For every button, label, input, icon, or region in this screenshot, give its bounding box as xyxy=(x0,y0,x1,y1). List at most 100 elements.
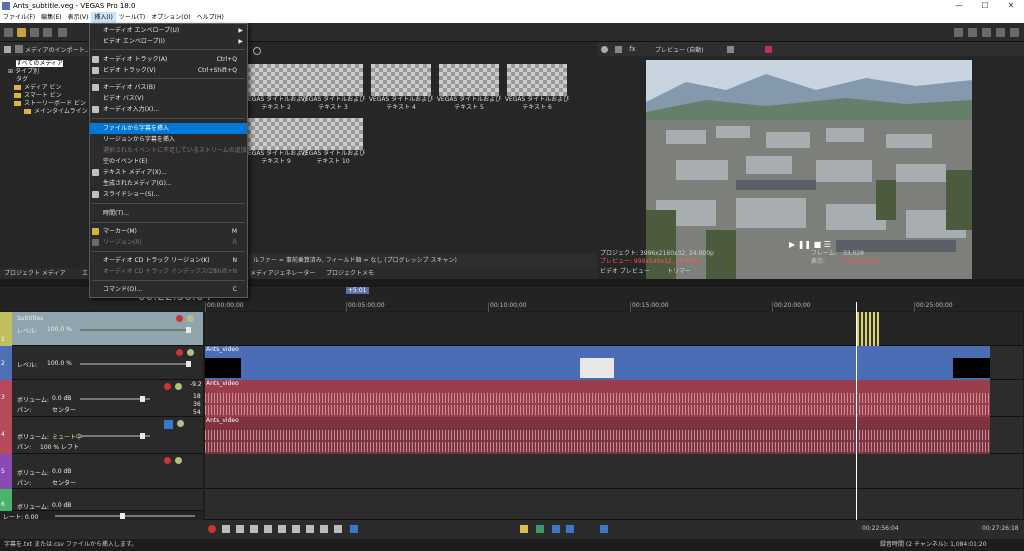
import-media-button[interactable]: メディアのインポート... xyxy=(25,45,90,54)
menu-item-slideshow[interactable]: スライドショー(S)... xyxy=(90,189,247,200)
grid-icon[interactable] xyxy=(727,46,734,53)
tab-media-generators[interactable]: メディアジェネレーター xyxy=(250,268,315,279)
menu-item-region[interactable]: リージョン(R) R xyxy=(90,237,247,248)
menu-item-audio-envelope[interactable]: オーディオ エンベロープ(U) ▶ xyxy=(90,25,247,36)
subtitle-events[interactable] xyxy=(857,312,879,346)
menu-file[interactable]: ファイル(F) xyxy=(0,12,38,23)
next-frame-icon[interactable] xyxy=(334,525,342,533)
menu-item-cd-track-index[interactable]: オーディオ CD トラック インデックス(D) Shift+N xyxy=(90,266,247,277)
track-name[interactable]: Subtitles xyxy=(17,315,43,322)
render-icon[interactable] xyxy=(43,28,52,37)
settings-gear-icon[interactable] xyxy=(58,28,67,37)
audio-lane-3[interactable]: Ants_video xyxy=(205,380,1023,417)
prev-frame-icon[interactable] xyxy=(320,525,328,533)
toolbar-icon-c[interactable] xyxy=(982,28,991,37)
track-header-6[interactable]: 6 ボリューム: 0.0 dB xyxy=(0,489,203,511)
save-icon[interactable] xyxy=(30,28,39,37)
solo-icon[interactable] xyxy=(175,457,182,464)
go-to-start-icon[interactable] xyxy=(292,525,300,533)
tab-explorer[interactable]: エ xyxy=(82,268,88,279)
volume-slider-knob[interactable] xyxy=(140,433,145,439)
play-icon[interactable] xyxy=(250,525,258,533)
minimize-button[interactable]: — xyxy=(946,0,972,12)
tab-project-media[interactable]: プロジェクト メディア xyxy=(4,268,66,279)
menu-options[interactable]: オプション(O) xyxy=(148,12,193,23)
media-thumb-5[interactable]: VEGAS タイトルおよびテキスト 5 xyxy=(437,64,502,112)
menu-edit[interactable]: 編集(E) xyxy=(38,12,64,23)
tree-by-type[interactable]: ⊞ タイプ別 xyxy=(8,68,39,76)
menu-item-time[interactable]: 時間(T)... xyxy=(90,208,247,219)
tab-project-notes[interactable]: プロジェクトメモ xyxy=(326,268,374,279)
grid-snap-icon[interactable] xyxy=(566,525,574,533)
menu-item-audio-input[interactable]: オーディオ入力(X)... xyxy=(90,104,247,115)
tree-all-media[interactable]: すべてのメディア xyxy=(16,60,63,67)
track-header-1[interactable]: 1 Subtitles レベル: 100.0 % xyxy=(0,312,203,346)
play-from-start-icon[interactable] xyxy=(236,525,244,533)
track-header-3[interactable]: 3 ボリューム: 0.0 dB パン: センター -9.2 18 36 54 xyxy=(0,380,203,417)
rate-slider[interactable] xyxy=(55,515,195,517)
tab-video-preview[interactable]: ビデオ プレビュー xyxy=(600,268,650,276)
media-grid-icon[interactable] xyxy=(4,46,11,53)
mute-icon[interactable] xyxy=(164,457,171,464)
playhead[interactable] xyxy=(856,302,857,520)
pause-icon[interactable] xyxy=(264,525,272,533)
menu-item-add-missing-streams[interactable]: 選択されたイベントに不足しているストリームの追加 xyxy=(90,145,247,156)
menu-item-empty-event[interactable]: 空のイベント(E) xyxy=(90,156,247,167)
close-button[interactable]: ✕ xyxy=(998,0,1024,12)
menu-item-insert-subtitles-from-regions[interactable]: リージョンから字幕を挿入 xyxy=(90,134,247,145)
tree-media-bins[interactable]: メディア ビン xyxy=(14,84,62,92)
rate-slider-knob[interactable] xyxy=(120,513,125,519)
menu-item-insert-subtitles-from-file[interactable]: ファイルから字幕を挿入 xyxy=(90,123,247,134)
audio-lane-5[interactable] xyxy=(205,454,1023,489)
menu-item-cd-track-region[interactable]: オーディオ CD トラック リージョン(K) N xyxy=(90,255,247,266)
tree-storyboard-bins[interactable]: ストーリーボード ビン xyxy=(14,100,86,108)
menu-tools[interactable]: ツール(T) xyxy=(116,12,148,23)
level-slider[interactable] xyxy=(80,363,190,365)
stop-icon[interactable] xyxy=(278,525,286,533)
audio-lane-4[interactable]: Ants_video xyxy=(205,417,1023,454)
new-project-icon[interactable] xyxy=(4,28,13,37)
fx-icon[interactable]: fx xyxy=(629,45,636,53)
import-media-icon[interactable] xyxy=(15,45,23,53)
mute-icon[interactable] xyxy=(176,349,183,356)
video-clip[interactable]: Ants_video xyxy=(205,346,990,380)
menu-insert[interactable]: 挿入(I) xyxy=(91,12,116,23)
mute-icon[interactable] xyxy=(176,315,183,322)
preview-quality-dropdown[interactable]: プレビュー (自動) xyxy=(655,45,704,54)
menu-item-video-bus[interactable]: ビデオ バス(V) xyxy=(90,93,247,104)
menu-help[interactable]: ヘルプ(H) xyxy=(194,12,227,23)
preview-settings-gear-icon[interactable] xyxy=(601,46,608,53)
track-header-2[interactable]: 2 レベル: 100.0 % xyxy=(0,346,203,380)
menu-item-audio-bus[interactable]: オーディオ バス(B) xyxy=(90,82,247,93)
media-thumb-4[interactable]: VEGAS タイトルおよびテキスト 4 xyxy=(369,64,434,112)
search-icon[interactable] xyxy=(253,47,261,55)
volume-slider-knob[interactable] xyxy=(140,396,145,402)
solo-icon[interactable] xyxy=(175,383,182,390)
pause-icon[interactable]: ❚❚ xyxy=(798,240,811,249)
menu-item-video-envelope[interactable]: ビデオ エンベロープ(I) ▶ xyxy=(90,36,247,47)
audio-clip[interactable]: Ants_video xyxy=(205,417,990,454)
menu-item-video-track[interactable]: ビデオ トラック(V) Ctrl+Shift+Q xyxy=(90,65,247,76)
tab-trimmer[interactable]: トリマー xyxy=(667,268,691,276)
marker-icon[interactable] xyxy=(520,525,528,533)
menu-item-command[interactable]: コマンド(O)... C xyxy=(90,284,247,295)
tree-main-timeline[interactable]: メインタイムライン xyxy=(24,108,88,116)
subtitle-lane[interactable] xyxy=(205,312,1023,346)
tree-tags[interactable]: タグ xyxy=(16,76,28,84)
media-thumb-3[interactable]: VEGAS タイトルおよびテキスト 3 xyxy=(301,64,366,112)
snap-icon[interactable] xyxy=(552,525,560,533)
timeline-ruler[interactable]: 00:00:00;00 00:05:00;00 00:10:00;00 00:1… xyxy=(205,302,1023,312)
tree-smart-bins[interactable]: スマート ビン xyxy=(14,92,62,100)
auto-ripple-icon[interactable] xyxy=(600,525,608,533)
track-header-4[interactable]: 4 ボリューム: ミュート中 パン: 100 % レフト xyxy=(0,417,203,454)
play-icon[interactable]: ▶ xyxy=(789,240,795,249)
record-icon[interactable] xyxy=(208,525,216,533)
mute-active-icon[interactable] xyxy=(164,420,173,429)
menu-view[interactable]: 表示(V) xyxy=(65,12,92,23)
video-lane[interactable]: Ants_video xyxy=(205,346,1023,380)
region-icon[interactable] xyxy=(536,525,544,533)
menu-item-generated-media[interactable]: 生成されたメディア(G)... xyxy=(90,178,247,189)
maximize-button[interactable]: ☐ xyxy=(972,0,998,12)
help-icon[interactable] xyxy=(1010,28,1019,37)
menu-icon[interactable]: ☰ xyxy=(824,240,831,249)
